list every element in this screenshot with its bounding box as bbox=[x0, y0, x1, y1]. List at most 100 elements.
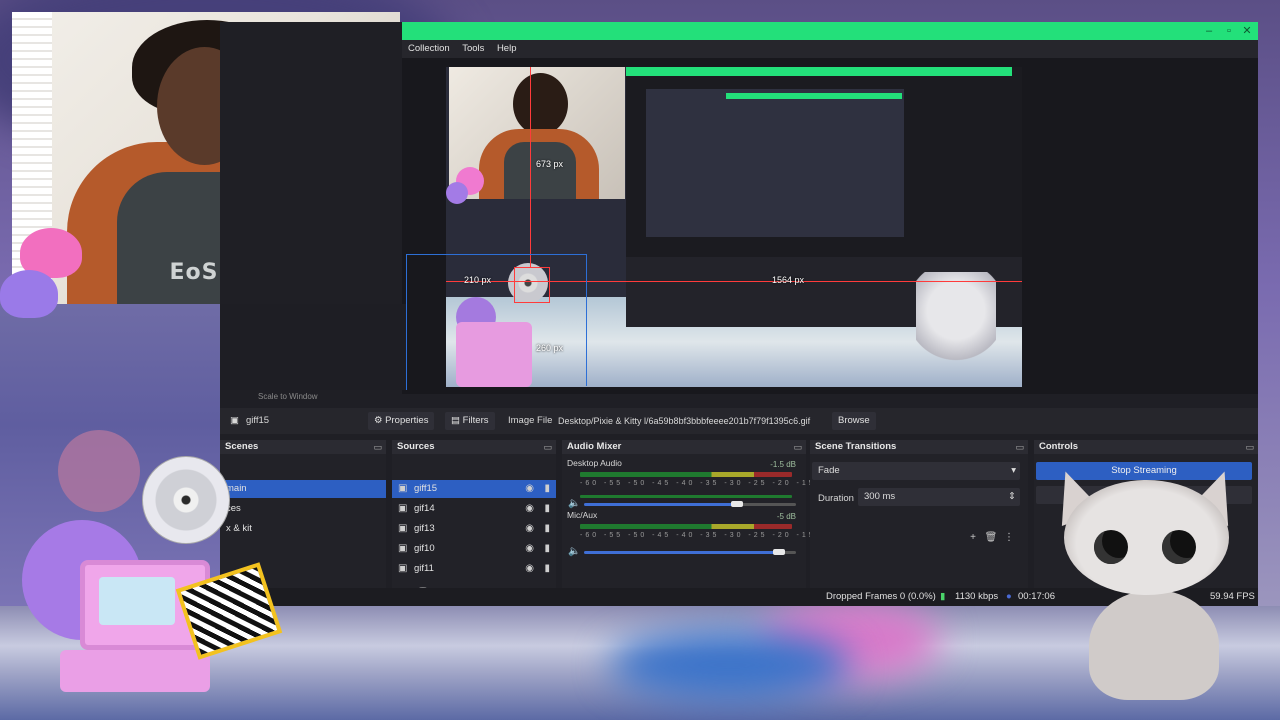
duration-input[interactable]: 300 ms ⇕ bbox=[858, 488, 1020, 506]
stepper-icon[interactable]: ⇕ bbox=[1008, 488, 1016, 506]
image-icon: ▣ bbox=[398, 503, 408, 514]
lock-icon[interactable]: ▮ bbox=[544, 500, 550, 518]
filters-button[interactable]: ▤ Filters bbox=[445, 412, 495, 430]
scenes-title: Scenes bbox=[225, 441, 259, 452]
filter-icon: ▤ bbox=[451, 415, 463, 426]
speaker-icon[interactable]: 🔈 bbox=[568, 546, 580, 557]
volume-slider[interactable] bbox=[584, 551, 796, 554]
computer-screen-inner bbox=[99, 577, 175, 625]
preview-bounds bbox=[406, 254, 587, 390]
menu-tools[interactable]: Tools bbox=[458, 40, 488, 57]
add-icon[interactable]: + bbox=[964, 532, 982, 543]
cat-sticker bbox=[916, 272, 996, 382]
browse-button[interactable]: Browse bbox=[832, 412, 876, 430]
eye-icon[interactable]: ◉ bbox=[525, 540, 534, 558]
preview-bounds bbox=[586, 254, 587, 386]
scene-transitions-dock: Scene Transitions ▭ Fade ▾ Duration 300 ms… bbox=[810, 440, 1028, 606]
image-icon: ▣ bbox=[230, 415, 239, 426]
duration-label: Duration bbox=[818, 493, 854, 504]
eye-icon[interactable]: ◉ bbox=[525, 520, 534, 538]
title-bar: – ▫ ✕ bbox=[402, 22, 1258, 40]
volume-slider-knob[interactable] bbox=[730, 501, 743, 507]
source-label: gif11 bbox=[414, 563, 434, 574]
nested-title-bar bbox=[626, 67, 1012, 76]
volume-meter bbox=[580, 472, 792, 477]
eye-icon[interactable]: ◉ bbox=[525, 560, 534, 578]
channel-db: -1.5 dB bbox=[770, 460, 796, 469]
dock-float-icon[interactable]: ▭ bbox=[1015, 440, 1024, 454]
close-icon[interactable]: ✕ bbox=[1240, 24, 1254, 38]
lock-icon[interactable]: ▮ bbox=[544, 480, 550, 498]
menu-collection[interactable]: Collection bbox=[404, 40, 454, 57]
transition-select[interactable]: Fade ▾ bbox=[812, 462, 1020, 480]
transitions-footer: + 🗑 ⋮ bbox=[964, 532, 1028, 548]
scenes-header: Scenes ▭ bbox=[220, 440, 386, 454]
guide-line-vertical bbox=[530, 67, 531, 267]
properties-button[interactable]: ⚙ Properties bbox=[368, 412, 435, 430]
lock-icon[interactable]: ▮ bbox=[544, 540, 550, 558]
source-item[interactable]: ▣ giff15 ◉ ▮ bbox=[392, 480, 556, 498]
volume-meter bbox=[580, 524, 792, 529]
lock-icon[interactable]: ▮ bbox=[544, 520, 550, 538]
chevron-down-icon: ▾ bbox=[1011, 465, 1016, 476]
filters-label: Filters bbox=[462, 415, 489, 426]
distance-label-right: 1564 px bbox=[772, 275, 805, 285]
nested-preview bbox=[626, 67, 1022, 327]
image-file-label: Image File bbox=[508, 415, 553, 426]
sources-title: Sources bbox=[397, 441, 435, 452]
source-item[interactable]: ▣ gif13 ◉ ▮ bbox=[392, 520, 556, 538]
dark-backdrop bbox=[220, 304, 406, 390]
source-item[interactable]: ▣ gif14 ◉ ▮ bbox=[392, 500, 556, 518]
transitions-header: Scene Transitions ▭ bbox=[810, 440, 1028, 454]
volume-slider[interactable] bbox=[584, 503, 796, 506]
dock-float-icon[interactable]: ▭ bbox=[543, 440, 552, 454]
nested-inner-bar bbox=[726, 93, 902, 99]
minimize-icon[interactable]: – bbox=[1202, 24, 1216, 38]
maximize-icon[interactable]: ▫ bbox=[1222, 24, 1236, 38]
image-icon: ▣ bbox=[398, 563, 408, 574]
source-item[interactable]: ▣ gif10 ◉ ▮ bbox=[392, 540, 556, 558]
dropped-frames: Dropped Frames 0 (0.0%) bbox=[826, 591, 936, 602]
source-label: gif10 bbox=[414, 543, 435, 554]
scene-item[interactable]: ces bbox=[220, 500, 386, 518]
live-icon: ● bbox=[1006, 591, 1012, 602]
jellyfish-sticker bbox=[446, 182, 468, 204]
image-file-path[interactable]: Desktop/Pixie & Kitty l/6a59b8bf3bbbfeee… bbox=[558, 412, 834, 430]
preview-person-head bbox=[513, 73, 568, 135]
channel-db: -5 dB bbox=[776, 512, 796, 521]
dock-float-icon[interactable]: ▭ bbox=[373, 440, 382, 454]
scene-item[interactable]: main bbox=[220, 480, 386, 498]
source-item[interactable]: ▣ gif11 ◉ ▮ bbox=[392, 560, 556, 578]
sphere-sticker bbox=[58, 430, 140, 512]
duration-value: 300 ms bbox=[864, 491, 896, 502]
computer-base bbox=[60, 650, 210, 692]
preview-scale-hint[interactable]: Scale to Window bbox=[258, 392, 318, 401]
speaker-icon[interactable]: 🔈 bbox=[568, 498, 580, 509]
transitions-title: Scene Transitions bbox=[815, 441, 897, 452]
volume-slider-knob[interactable] bbox=[773, 549, 786, 555]
eye-icon[interactable]: ◉ bbox=[525, 480, 534, 498]
dock-float-icon[interactable]: ▭ bbox=[1245, 440, 1254, 454]
disc-sticker bbox=[142, 456, 230, 544]
dock-float-icon[interactable]: ▭ bbox=[793, 440, 802, 454]
selected-source-name: giff15 bbox=[246, 415, 270, 426]
channel-name: Desktop Audio bbox=[567, 458, 622, 468]
cat-sticker bbox=[1044, 463, 1246, 710]
signal-icon: ▮ bbox=[940, 591, 946, 602]
image-icon: ▣ bbox=[398, 543, 408, 554]
bitrate: 1130 kbps bbox=[955, 591, 999, 602]
trash-icon[interactable]: 🗑 bbox=[982, 532, 1000, 543]
menu-dots-icon[interactable]: ⋮ bbox=[1000, 532, 1018, 543]
cat-body bbox=[1089, 590, 1219, 700]
cat-eye bbox=[1094, 530, 1128, 564]
lock-icon[interactable]: ▮ bbox=[544, 560, 550, 578]
mixer-title: Audio Mixer bbox=[567, 441, 622, 452]
scene-item[interactable]: x & kit bbox=[220, 520, 386, 538]
audio-mixer-dock: Audio Mixer ▭ Desktop Audio -1.5 dB -60 -… bbox=[562, 440, 866, 606]
menu-help[interactable]: Help bbox=[493, 40, 521, 57]
eye-icon[interactable]: ◉ bbox=[525, 500, 534, 518]
source-label: gif13 bbox=[414, 523, 435, 534]
image-icon: ▣ bbox=[398, 523, 408, 534]
gear-icon: ⚙ bbox=[374, 415, 386, 426]
cat-eye bbox=[1162, 530, 1196, 564]
